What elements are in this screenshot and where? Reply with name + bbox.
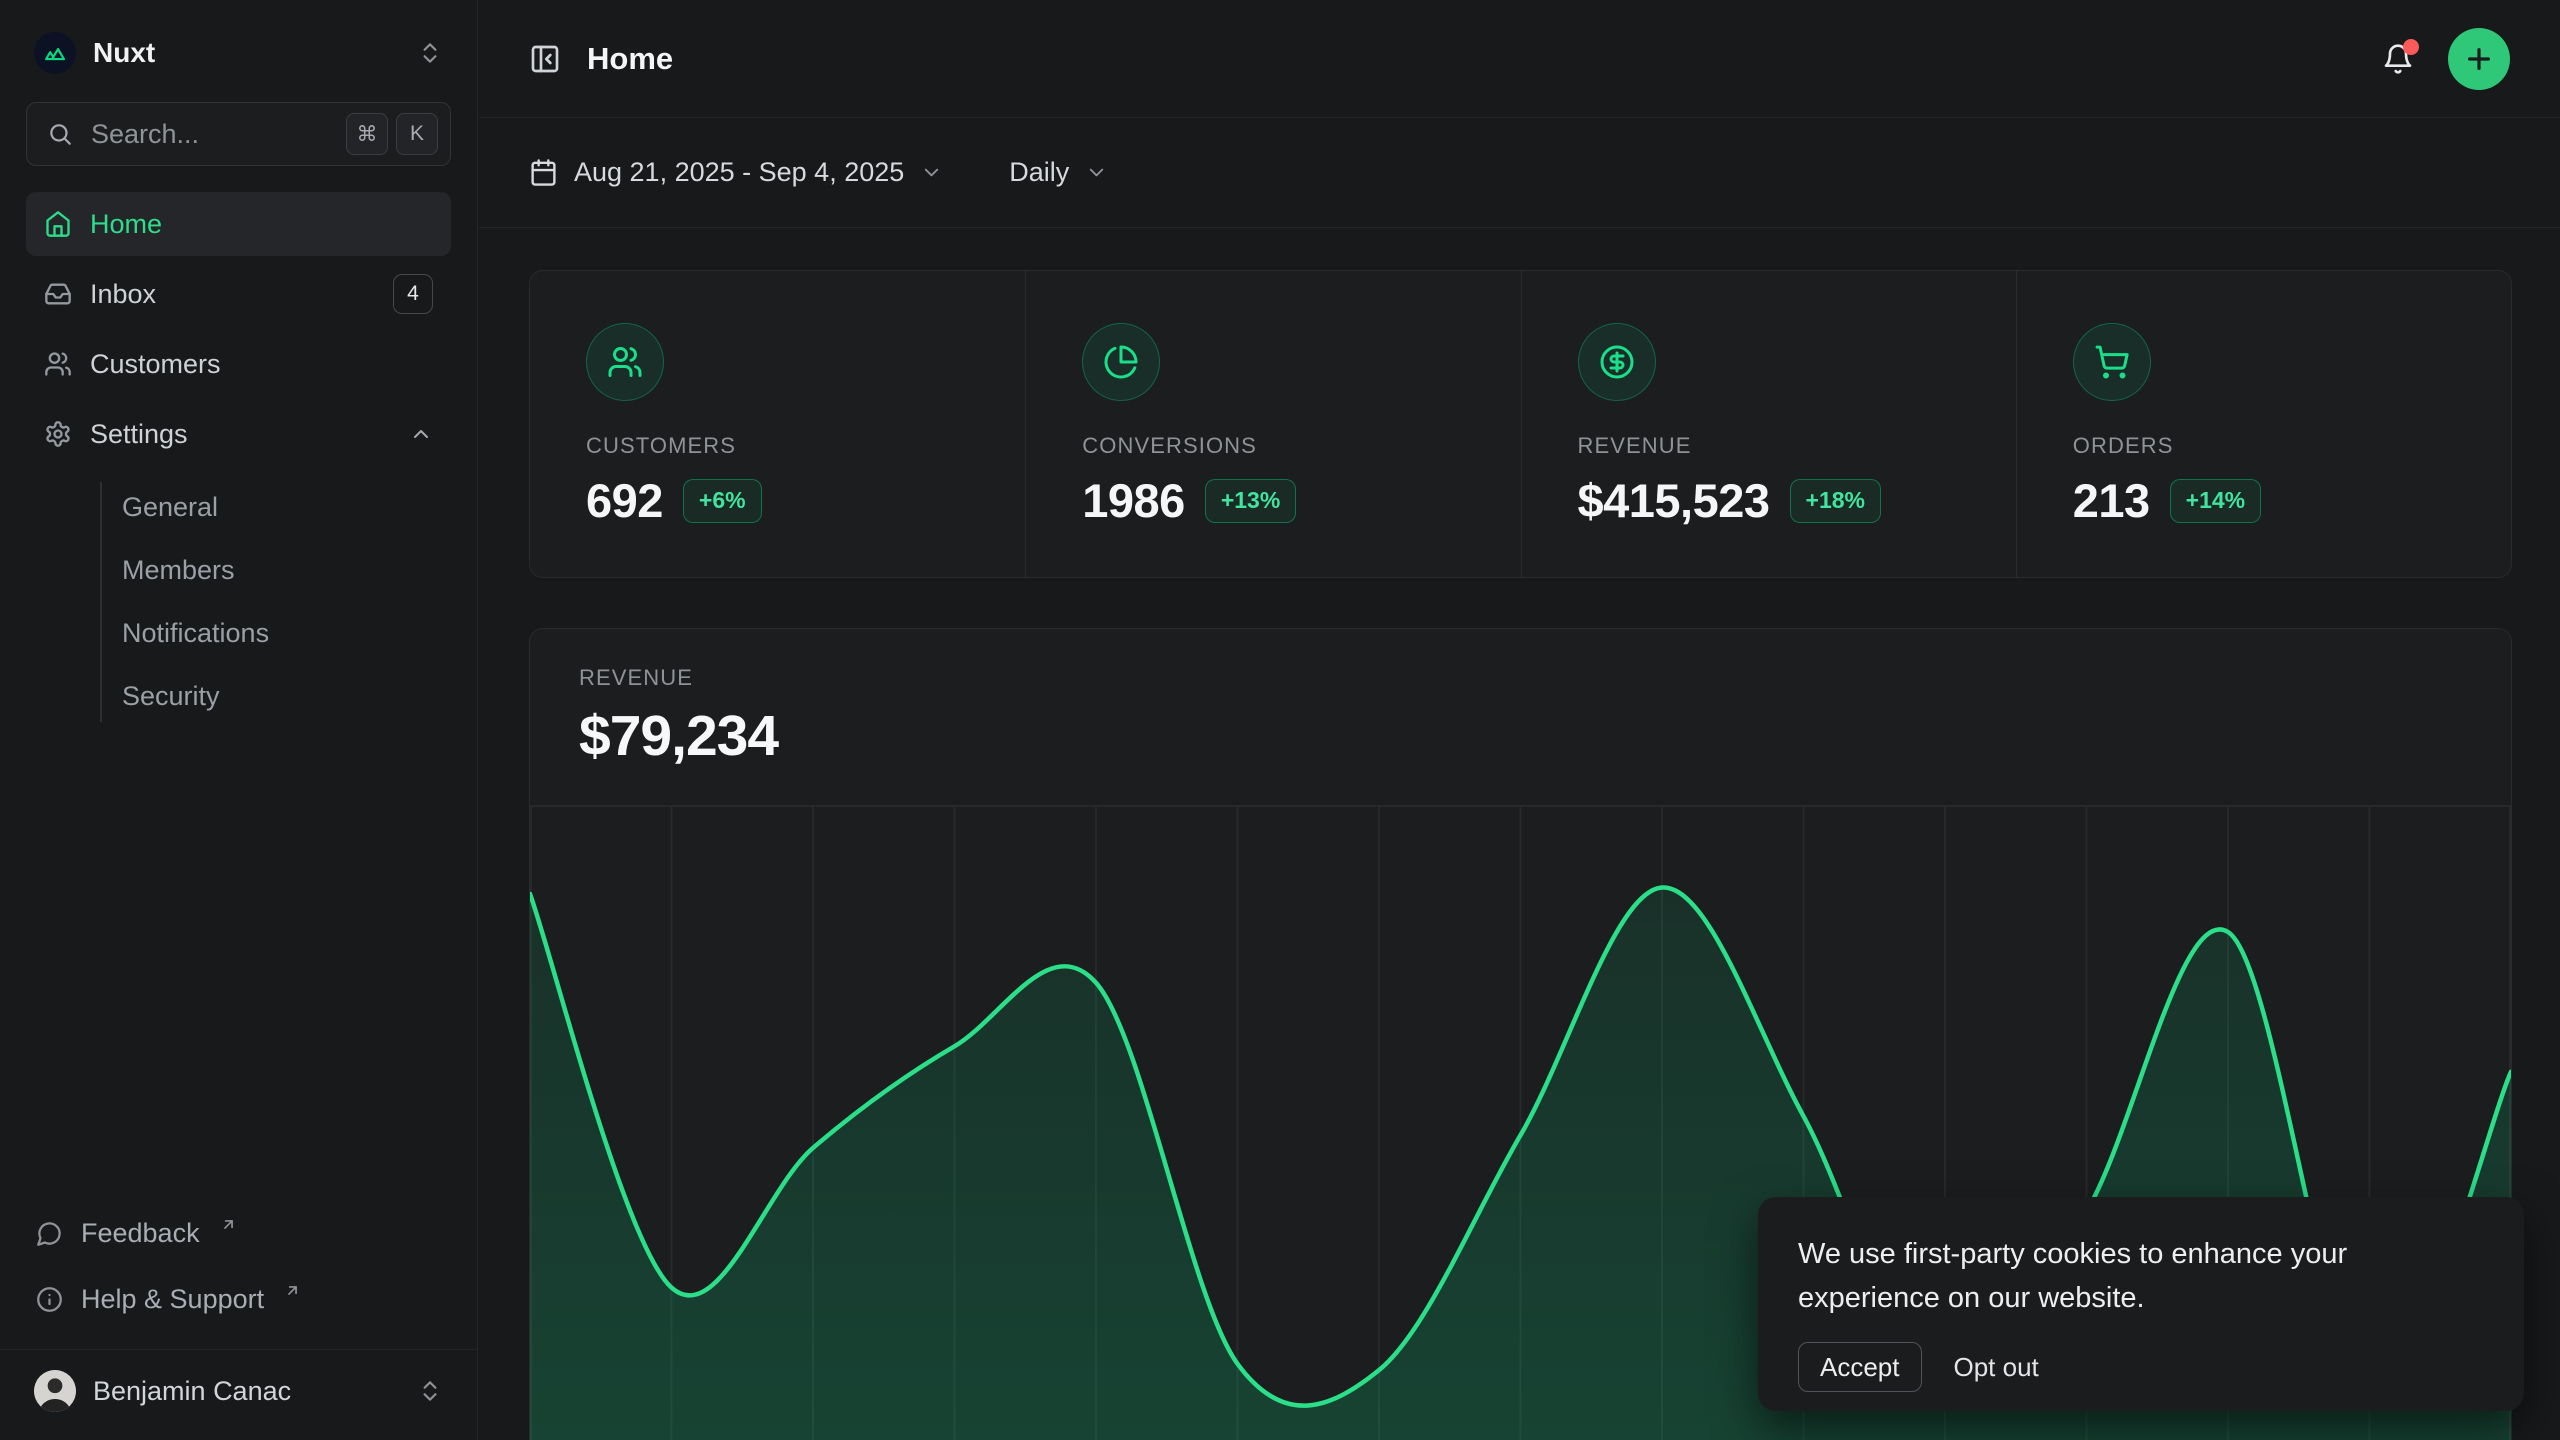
search-input[interactable]: Search... ⌘ K [26, 102, 451, 166]
topbar-actions [2378, 28, 2510, 90]
users-icon [586, 323, 664, 401]
cookie-banner: We use first-party cookies to enhance yo… [1758, 1197, 2524, 1411]
user-menu[interactable]: Benjamin Canac [26, 1370, 451, 1412]
sidebar-item-inbox[interactable]: Inbox 4 [26, 262, 451, 326]
pie-chart-icon [1082, 323, 1160, 401]
sidebar-item-security[interactable]: Security [122, 665, 451, 728]
org-name: Nuxt [93, 37, 155, 69]
sidebar-footer: Feedback Help & Support [26, 1205, 451, 1327]
stat-label: ORDERS [2073, 433, 2511, 459]
granularity-select[interactable]: Daily [1009, 157, 1108, 188]
users-icon [44, 350, 72, 378]
inbox-count-badge: 4 [393, 274, 433, 314]
info-icon [36, 1286, 63, 1313]
stat-value: 1986 [1082, 473, 1185, 528]
sidebar-nav: Home Inbox 4 Customers Settings [26, 192, 451, 728]
stat-label: REVENUE [1578, 433, 2016, 459]
revenue-chart-value: $79,234 [579, 703, 2511, 769]
gear-icon [44, 420, 72, 448]
stat-value: $415,523 [1578, 473, 1770, 528]
stat-label: CONVERSIONS [1082, 433, 1520, 459]
revenue-card-header: REVENUE $79,234 [530, 629, 2511, 769]
sidebar-item-label: Settings [90, 419, 188, 450]
nuxt-logo-icon [34, 32, 76, 74]
help-support-link[interactable]: Help & Support [36, 1271, 441, 1327]
chevron-up-icon [409, 422, 433, 446]
subnav-label: General [122, 492, 218, 523]
cookie-actions: Accept Opt out [1798, 1342, 2484, 1392]
stat-revenue: REVENUE $415,523 +18% [1521, 271, 2016, 577]
notifications-button[interactable] [2378, 39, 2418, 79]
sidebar: Nuxt Search... ⌘ K Home [0, 0, 478, 1440]
stat-conversions: CONVERSIONS 1986 +13% [1025, 271, 1520, 577]
avatar [34, 1370, 76, 1412]
search-placeholder: Search... [91, 119, 199, 150]
kbd-k: K [396, 113, 438, 155]
cookie-message: We use first-party cookies to enhance yo… [1798, 1232, 2408, 1320]
user-name: Benjamin Canac [93, 1376, 291, 1407]
search-icon [47, 121, 73, 147]
filter-toolbar: Aug 21, 2025 - Sep 4, 2025 Daily [479, 118, 2560, 228]
sidebar-spacer [26, 728, 451, 1205]
kbd-meta: ⌘ [346, 113, 388, 155]
stats-card: CUSTOMERS 692 +6% CONVERSIONS 1986 +13% [529, 270, 2512, 578]
accept-button[interactable]: Accept [1798, 1342, 1922, 1392]
chevron-down-icon [920, 161, 943, 184]
stat-value: 213 [2073, 473, 2150, 528]
topbar: Home [479, 0, 2560, 118]
sidebar-item-label: Inbox [90, 279, 156, 310]
calendar-icon [529, 158, 558, 187]
date-range-value: Aug 21, 2025 - Sep 4, 2025 [574, 157, 904, 188]
search-shortcut: ⌘ K [346, 113, 438, 155]
message-circle-icon [36, 1220, 63, 1247]
feedback-link[interactable]: Feedback [36, 1205, 441, 1261]
subnav-label: Members [122, 555, 235, 586]
notification-dot [2403, 39, 2419, 55]
app-root: Nuxt Search... ⌘ K Home [0, 0, 2560, 1440]
sidebar-item-customers[interactable]: Customers [26, 332, 451, 396]
stat-delta-badge: +6% [683, 479, 762, 523]
org-switcher[interactable]: Nuxt [26, 24, 451, 82]
revenue-chart-label: REVENUE [579, 665, 2511, 691]
shopping-cart-icon [2073, 323, 2151, 401]
help-support-label: Help & Support [81, 1284, 264, 1315]
sidebar-item-settings[interactable]: Settings [26, 402, 451, 466]
dollar-circle-icon [1578, 323, 1656, 401]
inbox-icon [44, 280, 72, 308]
opt-out-button[interactable]: Opt out [1954, 1352, 2039, 1383]
home-icon [44, 210, 72, 238]
add-button[interactable] [2448, 28, 2510, 90]
stat-label: CUSTOMERS [586, 433, 1025, 459]
stat-orders: ORDERS 213 +14% [2016, 271, 2511, 577]
granularity-value: Daily [1009, 157, 1069, 188]
sidebar-item-label: Customers [90, 349, 221, 380]
plus-icon [2463, 43, 2495, 75]
sidebar-item-general[interactable]: General [122, 476, 451, 539]
stat-delta-badge: +18% [1790, 479, 1881, 523]
sidebar-divider [0, 1349, 477, 1350]
subnav-label: Notifications [122, 618, 269, 649]
unfold-more-icon [417, 1378, 443, 1404]
sidebar-item-home[interactable]: Home [26, 192, 451, 256]
settings-subnav: General Members Notifications Security [26, 476, 451, 728]
chevron-down-icon [1085, 161, 1108, 184]
unfold-more-icon [417, 40, 443, 66]
stat-delta-badge: +14% [2170, 479, 2261, 523]
subnav-label: Security [122, 681, 220, 712]
sidebar-item-members[interactable]: Members [122, 539, 451, 602]
collapse-sidebar-button[interactable] [529, 43, 561, 75]
external-link-icon [284, 1282, 301, 1299]
stat-delta-badge: +13% [1205, 479, 1296, 523]
sidebar-item-notifications[interactable]: Notifications [122, 602, 451, 665]
page-title: Home [587, 41, 673, 77]
sidebar-item-label: Home [90, 209, 162, 240]
feedback-label: Feedback [81, 1218, 200, 1249]
date-range-picker[interactable]: Aug 21, 2025 - Sep 4, 2025 [529, 157, 943, 188]
stat-customers: CUSTOMERS 692 +6% [530, 271, 1025, 577]
external-link-icon [220, 1216, 237, 1233]
stat-value: 692 [586, 473, 663, 528]
